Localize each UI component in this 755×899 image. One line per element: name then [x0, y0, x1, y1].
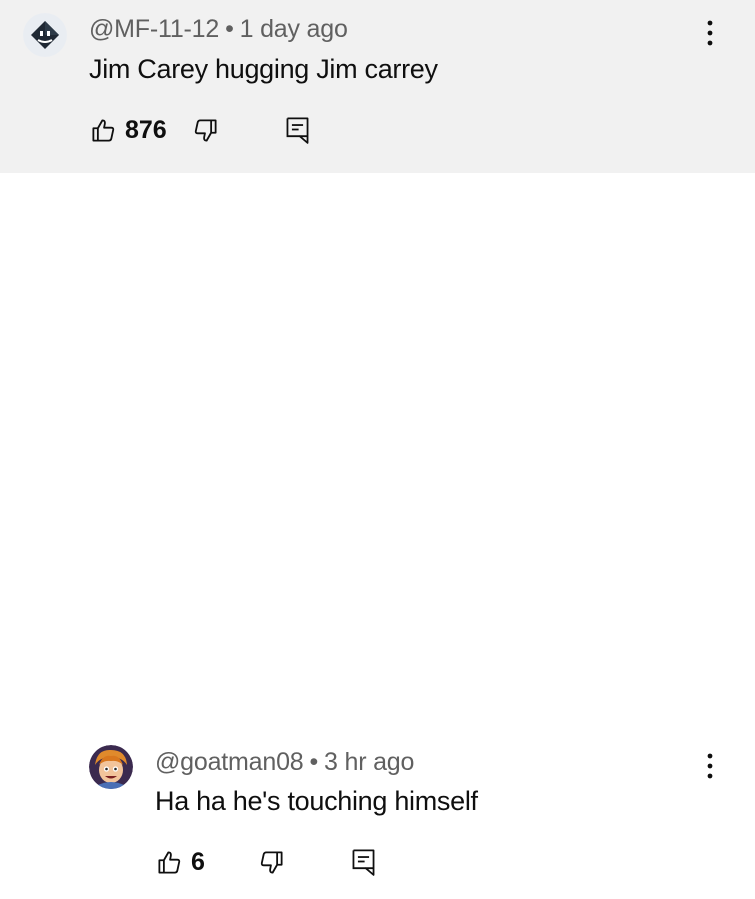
- thumbs-down-icon: [194, 119, 217, 142]
- comment-author-avatar[interactable]: [23, 13, 67, 57]
- reply-author-avatar[interactable]: [89, 745, 133, 789]
- reply-comment-icon: [352, 849, 375, 876]
- reply-meta: @goatman08 • 3 hr ago: [155, 748, 414, 777]
- meta-separator: •: [309, 748, 319, 776]
- comment-meta: @MF-11-12 • 1 day ago: [89, 15, 348, 44]
- reply-button[interactable]: [284, 115, 311, 144]
- like-button[interactable]: 876: [90, 116, 167, 145]
- comment-author[interactable]: @MF-11-12: [89, 15, 219, 43]
- more-vertical-icon[interactable]: [703, 750, 717, 784]
- black-cube-avatar-icon: [23, 13, 67, 57]
- reply-time: 3 hr ago: [324, 748, 415, 776]
- thumbs-up-icon: [158, 851, 181, 874]
- comments-page: @MF-11-12 • 1 day ago Jim Carey hugging Ji…: [0, 0, 755, 899]
- thumbs-down-icon: [260, 851, 283, 874]
- reply-comment-icon: [286, 117, 309, 144]
- blank-media-area: [0, 173, 755, 713]
- dislike-button[interactable]: [258, 849, 285, 876]
- thumbs-up-icon: [92, 119, 115, 142]
- like-count: 876: [125, 116, 167, 144]
- like-count: 6: [191, 848, 205, 876]
- reply-text: Ha ha he's touching himself: [155, 786, 478, 816]
- comment-time: 1 day ago: [239, 15, 348, 43]
- reply-author[interactable]: @goatman08: [155, 748, 304, 776]
- like-button[interactable]: 6: [156, 848, 205, 877]
- reply-button[interactable]: [350, 847, 377, 876]
- dislike-button[interactable]: [192, 117, 219, 144]
- cartoon-face-avatar-icon: [89, 745, 133, 789]
- comment-text: Jim Carey hugging Jim carrey: [89, 54, 438, 84]
- meta-separator: •: [225, 15, 234, 43]
- more-vertical-icon[interactable]: [703, 17, 717, 51]
